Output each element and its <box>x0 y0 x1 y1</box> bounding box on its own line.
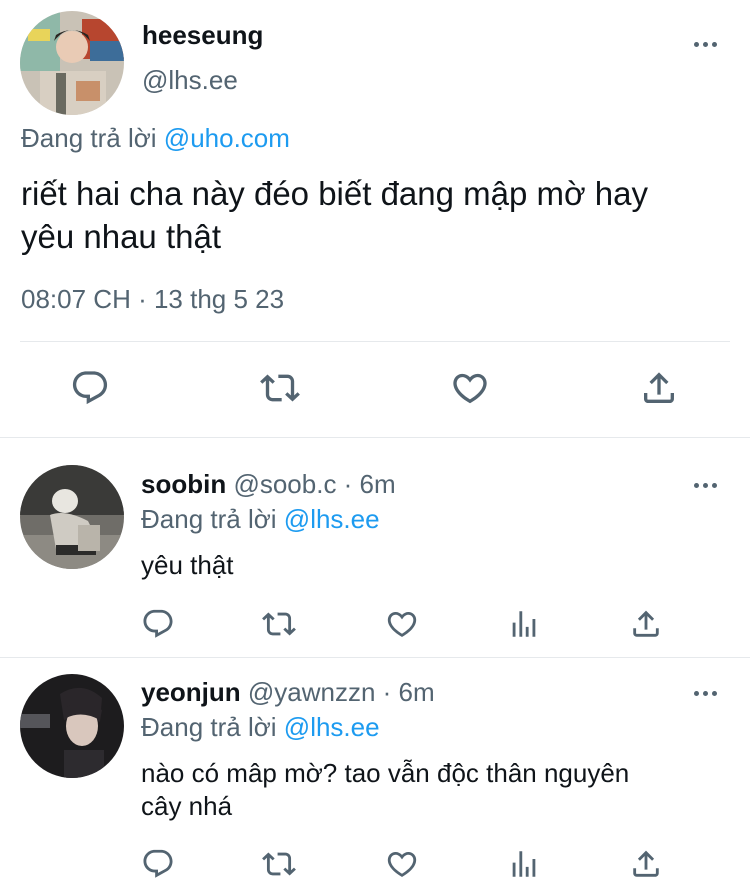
user-meta[interactable]: @soob.c · 6m <box>233 469 395 499</box>
reply-label: Đang trả lời <box>141 712 277 742</box>
reply-icon[interactable] <box>68 366 112 410</box>
views-icon[interactable] <box>506 846 542 882</box>
tweet-text-line-2: cây nhá <box>141 791 233 821</box>
tweet-text-line-1: riết hai cha này đéo biết đang mập mờ ha… <box>21 175 649 212</box>
divider <box>0 657 750 658</box>
retweet-icon[interactable] <box>261 606 297 642</box>
reply-to-link[interactable]: @uho.com <box>164 123 290 153</box>
user-meta[interactable]: @yawnzzn · 6m <box>248 677 435 707</box>
share-icon[interactable] <box>637 366 681 410</box>
avatar[interactable] <box>20 465 124 569</box>
avatar[interactable] <box>20 674 124 778</box>
more-icon[interactable] <box>694 477 722 493</box>
retweet-icon[interactable] <box>261 846 297 882</box>
tweet-text-line-1: nào có mâp mờ? tao vẫn độc thân nguyên <box>141 758 630 788</box>
heart-icon[interactable] <box>448 366 492 410</box>
reply-context: Đang trả lời @lhs.ee <box>141 504 380 534</box>
reply-to-link[interactable]: @lhs.ee <box>284 712 380 742</box>
more-icon[interactable] <box>694 36 722 52</box>
user-handle[interactable]: @lhs.ee <box>142 65 238 95</box>
tweet-timestamp[interactable]: 08:07 CH · 13 thg 5 23 <box>21 284 284 314</box>
divider <box>0 437 750 438</box>
share-icon[interactable] <box>628 606 664 642</box>
heart-icon[interactable] <box>384 846 420 882</box>
reply-context: Đang trả lời @uho.com <box>21 123 290 153</box>
reply-label: Đang trả lời <box>141 504 277 534</box>
inner-divider <box>20 341 730 342</box>
tweet-text-line-1: yêu thật <box>141 550 234 580</box>
more-icon[interactable] <box>694 685 722 701</box>
display-name[interactable]: heeseung <box>142 20 263 50</box>
reply-context: Đang trả lời @lhs.ee <box>141 712 380 742</box>
views-icon[interactable] <box>506 606 542 642</box>
avatar[interactable] <box>20 11 124 115</box>
display-name[interactable]: soobin <box>141 469 226 499</box>
reply-header: soobin @soob.c · 6m <box>141 469 396 499</box>
reply-label: Đang trả lời <box>21 123 157 153</box>
retweet-icon[interactable] <box>258 366 302 410</box>
heart-icon[interactable] <box>384 606 420 642</box>
reply-header: yeonjun @yawnzzn · 6m <box>141 677 435 707</box>
share-icon[interactable] <box>628 846 664 882</box>
tweet-text-line-2: yêu nhau thật <box>21 218 221 255</box>
reply-to-link[interactable]: @lhs.ee <box>284 504 380 534</box>
reply-icon[interactable] <box>140 606 176 642</box>
display-name[interactable]: yeonjun <box>141 677 241 707</box>
reply-icon[interactable] <box>140 846 176 882</box>
